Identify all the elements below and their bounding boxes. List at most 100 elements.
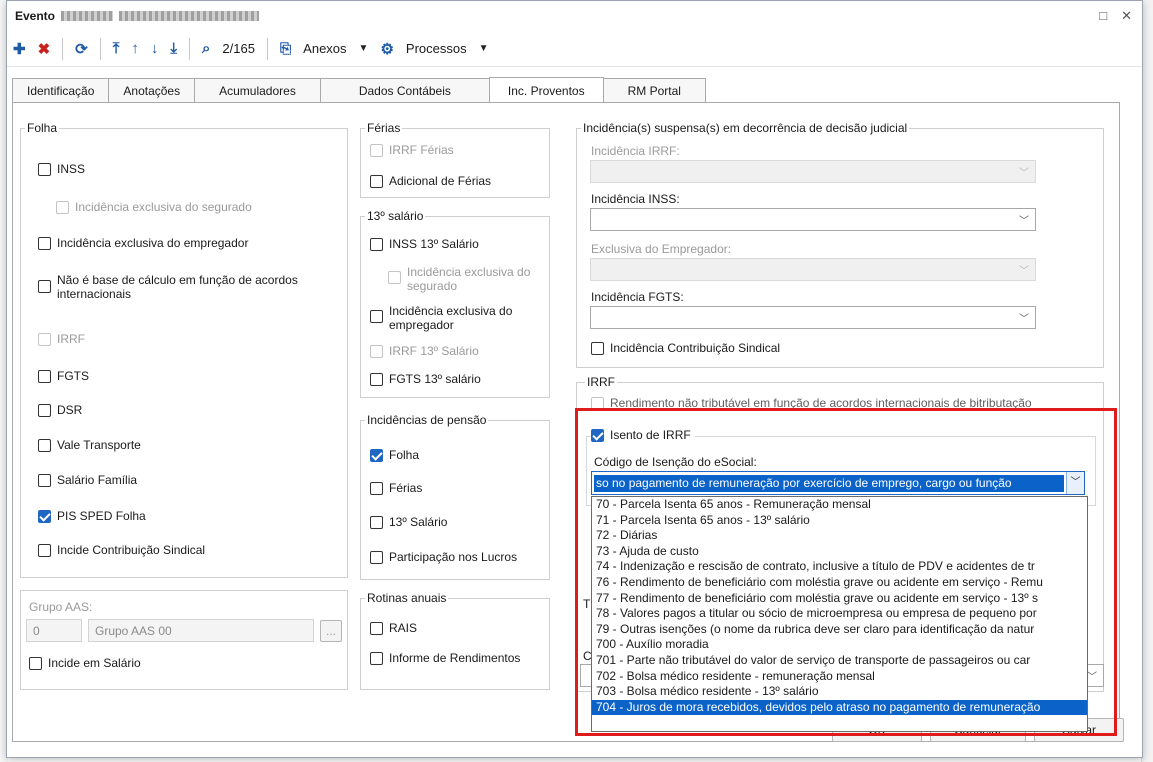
tab-dados-contabeis[interactable]: Dados Contábeis [319,78,490,102]
incide-contribuicao-label: Incide Contribuição Sindical [57,543,206,557]
tab-acumuladores[interactable]: Acumuladores [194,78,321,102]
tab-anotacoes[interactable]: Anotações [108,78,196,102]
tab-inc-proventos[interactable]: Inc. Proventos [488,77,604,103]
caret-down-icon[interactable]: ▼ [479,43,489,54]
tab-identificacao[interactable]: Identificação [12,78,110,102]
irrf-label: IRRF [57,332,85,346]
irrf-ferias-checkbox[interactable]: IRRF Férias [370,143,454,157]
title-bar: Evento □ ✕ [7,1,1142,31]
inss-exclusiva-empregador-checkbox[interactable]: Incidência exclusiva do empregador [38,236,248,250]
first-record-icon[interactable]: ⤒ [113,40,120,57]
paperclip-icon[interactable]: ⎘ [280,40,291,57]
checkbox-box [370,652,383,665]
dsr-checkbox[interactable]: DSR [38,403,82,417]
incidencia-contribuicao-sindical-label: Incidência Contribuição Sindical [610,341,781,355]
tab-rm-portal[interactable]: RM Portal [602,78,706,102]
rais-checkbox[interactable]: RAIS [370,621,417,635]
checkbox-box [370,516,383,529]
dsr-label: DSR [57,403,83,417]
pensao-13-checkbox[interactable]: 13º Salário [370,515,447,529]
grupo-aas-name-field[interactable]: Grupo AAS 00 [88,619,314,642]
anexos-menu[interactable]: Anexos [303,41,346,56]
informe-rendimentos-checkbox[interactable]: Informe de Rendimentos [370,651,520,665]
fgts-checkbox[interactable]: FGTS [38,369,89,383]
incide-salario-checkbox[interactable]: Incide em Salário [29,656,141,670]
pis-sped-label: PIS SPED Folha [57,509,146,523]
checkbox-box [38,237,51,250]
pensao-ferias-label: Férias [389,481,423,495]
nao-base-calculo-label: Não é base de cálculo em função de acord… [57,273,298,301]
salario-familia-checkbox[interactable]: Salário Família [38,473,137,487]
pensao-13-label: 13º Salário [389,515,448,529]
delete-icon[interactable]: ✖ [38,40,51,58]
checkbox-box [38,404,51,417]
grupo-aas-browse-button[interactable]: ... [320,620,342,642]
checkbox-box [591,342,604,355]
folha-legend: Folha [25,121,60,135]
next-record-icon[interactable]: ↓ [151,40,159,57]
previous-record-icon[interactable]: ↑ [131,40,139,57]
grupo-aas-code-field[interactable]: 0 [26,619,82,642]
decimo-legend: 13º salário [365,209,426,223]
nao-base-calculo-checkbox[interactable]: Não é base de cálculo em função de acord… [38,273,298,301]
checkbox-box [370,175,383,188]
decimo-exclusiva-empregador-label: Incidência exclusiva do empregador [389,304,513,332]
incidencia-irrf-label: Incidência IRRF: [591,144,680,158]
adicional-ferias-label: Adicional de Férias [389,174,492,188]
inss-13-checkbox[interactable]: INSS 13º Salário [370,237,479,251]
salario-familia-label: Salário Família [57,473,138,487]
redacted-text [119,11,260,21]
incidencia-fgts-select[interactable]: ﹀ [590,306,1036,329]
checkbox-box [38,333,51,346]
pensao-folha-checkbox[interactable]: Folha [370,448,419,462]
toolbar-divider [266,37,268,60]
window-title: Evento [15,9,56,23]
close-button[interactable]: ✕ [1121,8,1132,24]
checkbox-box [38,474,51,487]
toolbar-divider [62,37,64,60]
irrf-checkbox[interactable]: IRRF [38,332,85,346]
inss-exclusiva-segurado-checkbox[interactable]: Incidência exclusiva do segurado [56,200,252,214]
processos-menu[interactable]: Processos [406,41,467,56]
pensao-ferias-checkbox[interactable]: Férias [370,481,422,495]
decimo-exclusiva-empregador-checkbox[interactable]: Incidência exclusiva do empregador [370,304,540,332]
inss-exclusiva-empregador-label: Incidência exclusiva do empregador [57,236,249,250]
incidencia-irrf-select[interactable]: ﹀ [590,160,1036,183]
maximize-button[interactable]: □ [1099,8,1107,24]
vale-transporte-label: Vale Transporte [57,438,141,452]
caret-down-icon[interactable]: ▼ [359,43,369,54]
irrf-13-checkbox[interactable]: IRRF 13º Salário [370,344,479,358]
fgts-13-checkbox[interactable]: FGTS 13º salário [370,372,481,386]
rotinas-group: Rotinas anuais [360,591,550,690]
incidencia-inss-select[interactable]: ﹀ [590,208,1036,231]
add-icon[interactable]: ✚ [13,40,26,58]
refresh-icon[interactable]: ⟳ [75,40,88,58]
incide-contribuicao-checkbox[interactable]: Incide Contribuição Sindical [38,543,205,557]
checkbox-box [38,280,51,293]
exclusiva-empregador-select[interactable]: ﹀ [590,258,1036,281]
fgts-13-label: FGTS 13º salário [389,372,481,386]
vale-transporte-checkbox[interactable]: Vale Transporte [38,438,141,452]
inss-checkbox[interactable]: INSS [38,162,85,176]
pensao-participacao-checkbox[interactable]: Participação nos Lucros [370,550,517,564]
decimo-exclusiva-segurado-checkbox[interactable]: Incidência exclusiva do segurado [388,265,538,293]
chevron-down-icon: ﹀ [1019,266,1029,277]
search-icon[interactable]: ⌕ [202,40,210,57]
inss-13-label: INSS 13º Salário [389,237,479,251]
inss-exclusiva-segurado-label: Incidência exclusiva do segurado [75,200,252,214]
checkbox-box [38,544,51,557]
adicional-ferias-checkbox[interactable]: Adicional de Férias [370,174,491,188]
pensao-folha-label: Folha [389,448,420,462]
pis-sped-checkbox[interactable]: PIS SPED Folha [38,509,146,523]
toolbar: ✚ ✖ ⟳ ⤒ ↑ ↓ ⤓ ⌕ 2/165 ⎘ Anexos ▼ ⚙ Proce… [7,31,1142,67]
exclusiva-empregador-label: Exclusiva do Empregador: [591,242,732,256]
checkbox-box [38,163,51,176]
tab-strip: Identificação Anotações Acumuladores Dad… [12,77,706,103]
last-record-icon[interactable]: ⤓ [170,40,177,57]
decimo-exclusiva-segurado-label: Incidência exclusiva do segurado [407,265,531,293]
incidencia-inss-label: Incidência INSS: [591,192,680,206]
toolbar-divider [99,37,101,60]
incide-salario-label: Incide em Salário [48,656,141,670]
incidencia-contribuicao-sindical-checkbox[interactable]: Incidência Contribuição Sindical [591,341,780,355]
gear-icon[interactable]: ⚙ [380,40,393,58]
